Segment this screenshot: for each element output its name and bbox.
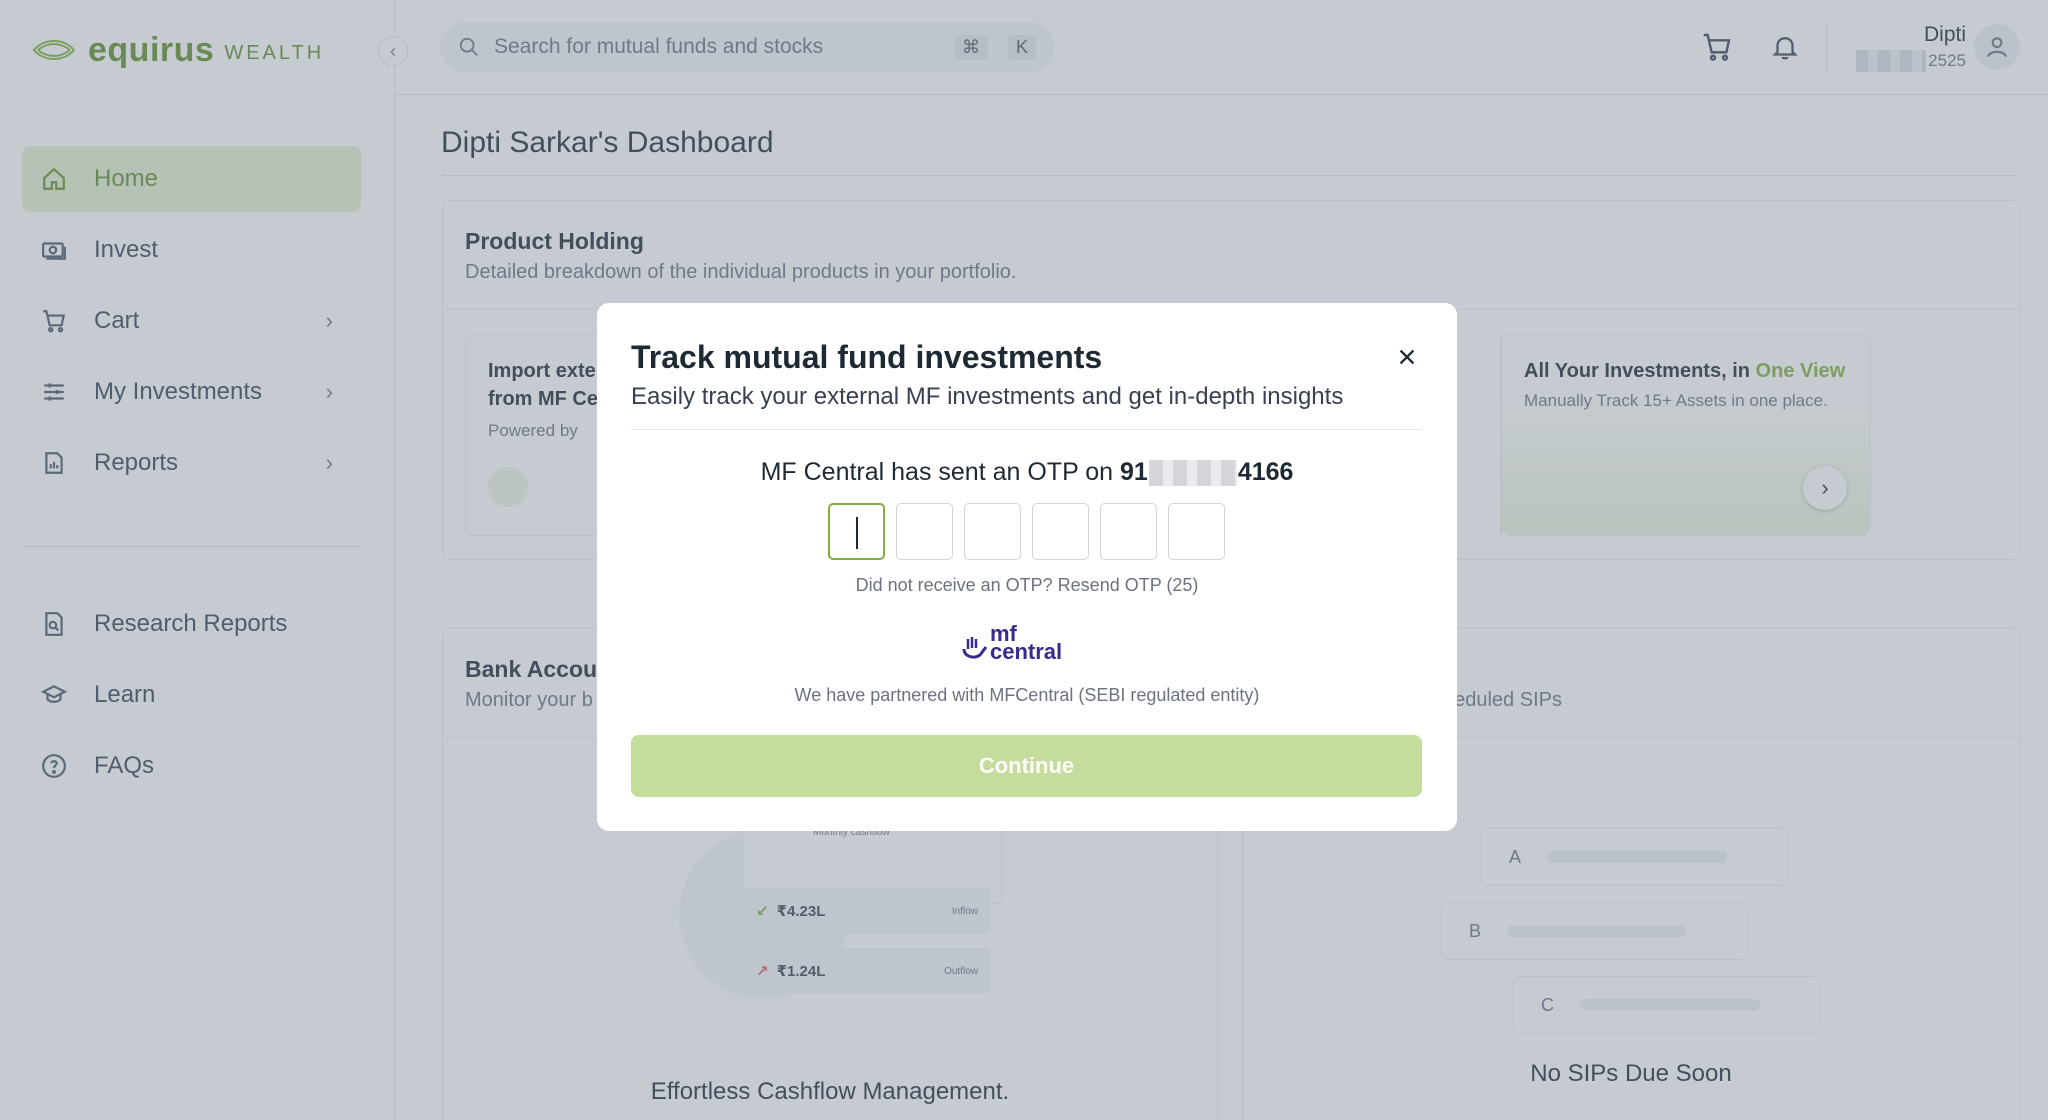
partner-text: We have partnered with MFCentral (SEBI r…	[794, 685, 1260, 705]
text-caret	[856, 517, 858, 549]
track-mf-modal: Track mutual fund investments Easily tra…	[597, 303, 1457, 831]
otp-message: MF Central has sent an OTP on 91 4166	[597, 458, 1457, 487]
modal-divider	[631, 429, 1421, 430]
continue-button[interactable]: Continue	[631, 735, 1422, 797]
close-icon	[1399, 349, 1415, 365]
modal-subtitle: Easily track your external MF investment…	[631, 383, 1344, 410]
otp-digit-2[interactable]	[896, 503, 953, 560]
mfcentral-logo: mf central	[960, 623, 1063, 664]
otp-message-prefix: MF Central has sent an OTP on	[760, 458, 1120, 486]
close-button[interactable]	[1391, 341, 1423, 373]
mfcentral-wordmark: mf central	[990, 623, 1063, 664]
mfcentral-central: central	[990, 639, 1063, 664]
otp-input-group	[828, 503, 1225, 560]
phone-start: 91	[1120, 458, 1148, 486]
otp-digit-4[interactable]	[1032, 503, 1089, 560]
phone-number: 91 4166	[1120, 458, 1293, 487]
redacted-block	[1148, 459, 1237, 486]
phone-end: 4166	[1237, 458, 1294, 486]
otp-digit-3[interactable]	[964, 503, 1021, 560]
otp-digit-6[interactable]	[1168, 503, 1225, 560]
mfcentral-hand-icon	[962, 637, 988, 659]
otp-digit-1[interactable]	[828, 503, 885, 560]
resend-otp-text[interactable]: Did not receive an OTP? Resend OTP (25)	[597, 575, 1457, 596]
otp-digit-5[interactable]	[1100, 503, 1157, 560]
modal-title: Track mutual fund investments	[631, 339, 1103, 375]
